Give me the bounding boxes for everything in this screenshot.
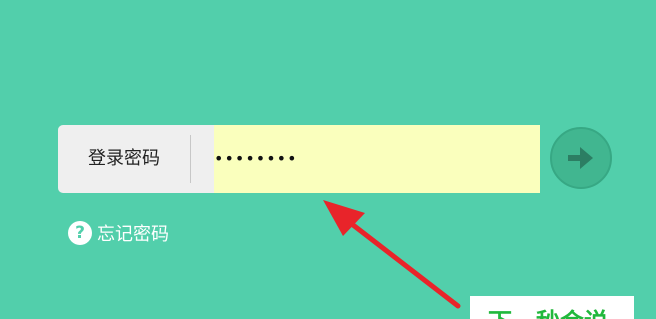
password-row: 登录密码: [58, 125, 540, 193]
annotation-caption-box: 下一秒会说: [470, 296, 634, 319]
forgot-password-label: 忘记密码: [97, 224, 169, 245]
question-circle-icon: ?: [68, 221, 92, 245]
forgot-password-link[interactable]: ? 忘记密码: [68, 220, 169, 246]
password-input[interactable]: [214, 125, 540, 193]
annotation-caption: 下一秒会说: [488, 310, 608, 319]
field-divider: [190, 135, 191, 183]
submit-button[interactable]: [550, 127, 612, 189]
arrow-right-icon: [568, 147, 593, 169]
password-label: 登录密码: [88, 148, 160, 169]
